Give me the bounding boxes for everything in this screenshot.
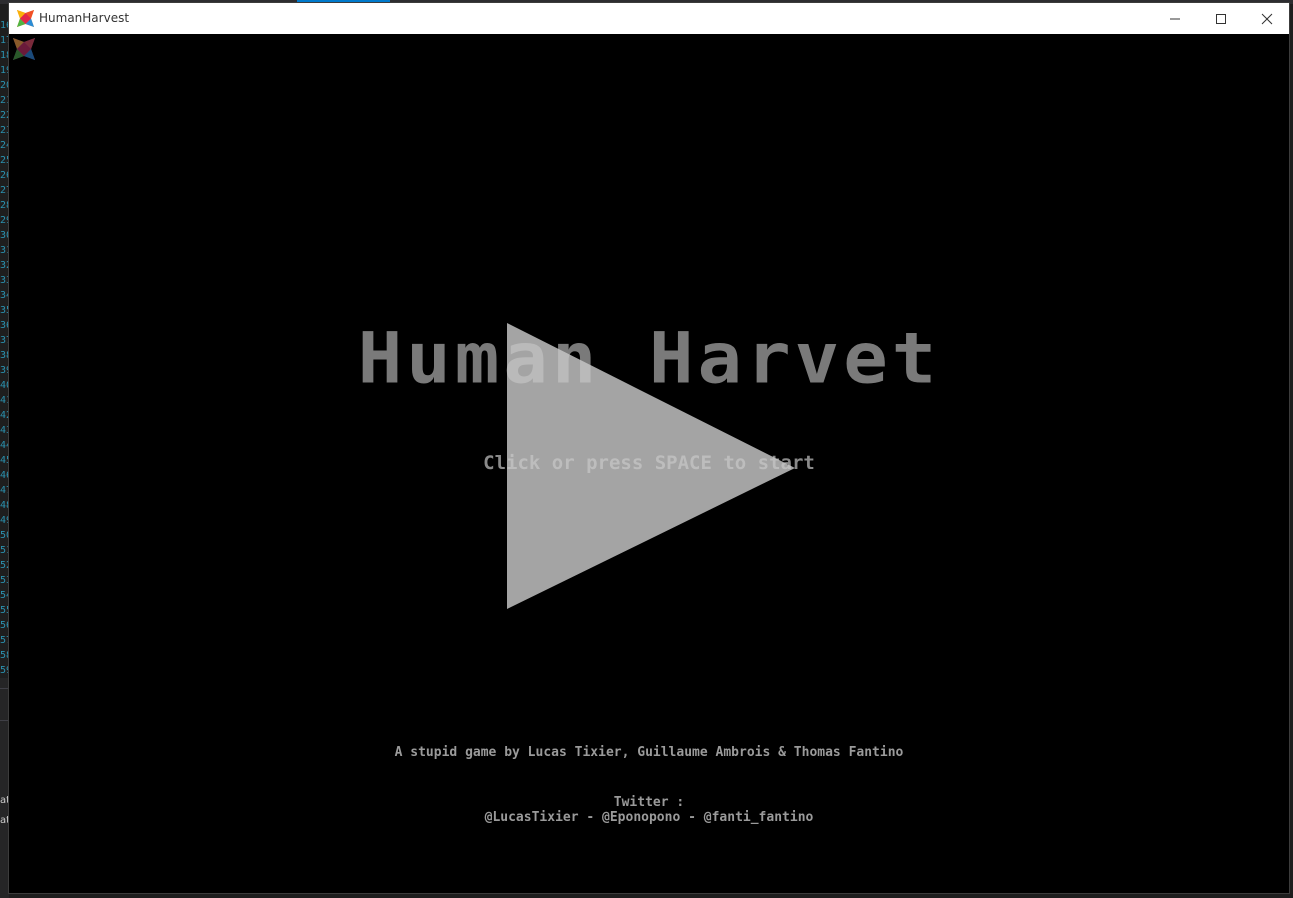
- play-icon[interactable]: [9, 34, 1289, 893]
- title-bar[interactable]: HumanHarvest: [9, 3, 1289, 34]
- app-window: HumanHarvest Human Harvet start A stupid…: [8, 2, 1290, 894]
- twitter-label: Twitter :: [613, 795, 685, 810]
- maximize-icon: [1216, 13, 1226, 24]
- twitter-handles: @LucasTixier - @Eponopono - @fanti_fanti…: [484, 810, 814, 825]
- window-title: HumanHarvest: [39, 11, 130, 25]
- close-button[interactable]: [1244, 3, 1290, 34]
- minimize-button[interactable]: [1152, 3, 1198, 34]
- game-canvas[interactable]: Human Harvet Click or press SPACE to sta…: [9, 34, 1289, 893]
- minimize-icon: [1170, 18, 1180, 19]
- haxe-logo-icon: [17, 10, 34, 27]
- maximize-button[interactable]: [1198, 3, 1244, 34]
- credits-text: A stupid game by Lucas Tixier, Guillaume…: [394, 745, 904, 760]
- close-icon: [1261, 13, 1273, 24]
